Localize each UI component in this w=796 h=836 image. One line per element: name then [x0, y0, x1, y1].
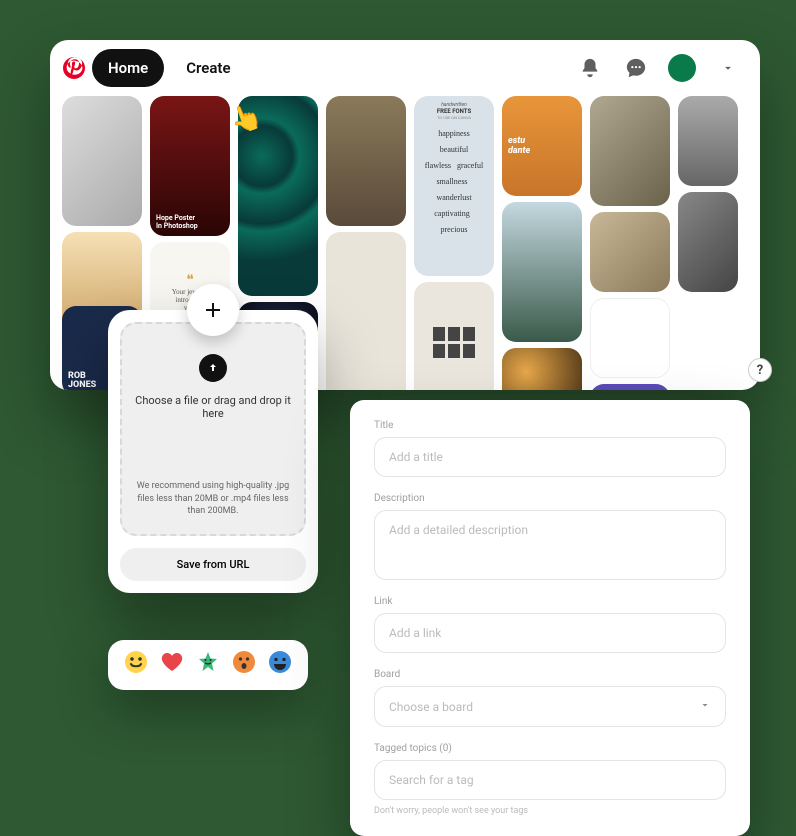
- messages-icon[interactable]: [616, 48, 656, 88]
- chevron-down-icon: [699, 699, 711, 714]
- top-navbar: Home Create: [50, 40, 760, 96]
- pin-card[interactable]: [590, 96, 670, 206]
- profile-avatar[interactable]: [662, 48, 702, 88]
- avatar: [668, 54, 696, 82]
- pin-card[interactable]: [678, 96, 738, 186]
- save-from-url-button[interactable]: Save from URL: [120, 548, 306, 581]
- link-label: Link: [374, 596, 726, 607]
- pin-card[interactable]: [502, 348, 582, 390]
- tags-hint: Don't worry, people won't see your tags: [374, 806, 726, 816]
- pin-card-estudante[interactable]: estudante: [502, 96, 582, 196]
- reaction-heart-icon[interactable]: [160, 650, 184, 680]
- board-select-value: Choose a board: [389, 700, 473, 714]
- home-tab[interactable]: Home: [92, 49, 164, 87]
- title-label: Title: [374, 420, 726, 431]
- pin-card[interactable]: [502, 202, 582, 342]
- pin-card[interactable]: [326, 96, 406, 226]
- help-button[interactable]: ?: [748, 358, 772, 382]
- reaction-happy-icon[interactable]: [124, 650, 148, 680]
- reaction-wow-icon[interactable]: [232, 650, 256, 680]
- pin-card[interactable]: [590, 212, 670, 292]
- board-label: Board: [374, 669, 726, 680]
- notifications-icon[interactable]: [570, 48, 610, 88]
- tags-label: Tagged topics (0): [374, 743, 726, 754]
- drop-instruction: Choose a file or drag and drop it here: [132, 394, 294, 420]
- create-tab[interactable]: Create: [170, 49, 246, 87]
- pin-card-hope-poster[interactable]: Hope PosterIn Photoshop: [150, 96, 230, 236]
- title-input[interactable]: Add a title: [374, 437, 726, 477]
- reaction-bar: [108, 640, 308, 690]
- pin-card-fonts[interactable]: handwritten FREE FONTS TO USE ON CANVA h…: [414, 96, 494, 276]
- reaction-star-icon[interactable]: [196, 650, 220, 680]
- drop-recommendation: We recommend using high-quality .jpg fil…: [132, 480, 294, 518]
- pin-card[interactable]: [590, 384, 670, 390]
- reaction-laugh-icon[interactable]: [268, 650, 292, 680]
- add-pin-button[interactable]: [187, 284, 239, 336]
- pinterest-logo-icon[interactable]: [62, 56, 86, 80]
- pin-card[interactable]: [678, 192, 738, 292]
- link-input[interactable]: Add a link: [374, 613, 726, 653]
- tags-input[interactable]: Search for a tag: [374, 760, 726, 800]
- pin-card[interactable]: [62, 96, 142, 226]
- pin-card[interactable]: [590, 298, 670, 378]
- upload-panel: Choose a file or drag and drop it here W…: [108, 310, 318, 593]
- board-select[interactable]: Choose a board: [374, 686, 726, 727]
- pin-card[interactable]: [238, 96, 318, 296]
- description-input[interactable]: Add a detailed description: [374, 510, 726, 580]
- upload-arrow-icon: [199, 354, 227, 382]
- file-drop-zone[interactable]: Choose a file or drag and drop it here W…: [120, 322, 306, 536]
- account-menu-chevron-icon[interactable]: [708, 48, 748, 88]
- pin-card[interactable]: [326, 232, 406, 390]
- pin-card[interactable]: [414, 282, 494, 390]
- description-label: Description: [374, 493, 726, 504]
- pin-details-form: Title Add a title Description Add a deta…: [350, 400, 750, 836]
